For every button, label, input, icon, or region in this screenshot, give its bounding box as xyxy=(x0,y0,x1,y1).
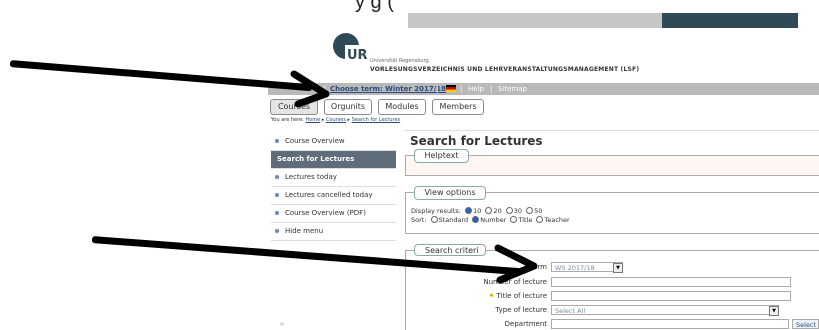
title-label-text: Title of lecture xyxy=(496,292,547,300)
sidebar-item-lectures-cancelled[interactable]: Lectures cancelled today xyxy=(271,187,396,205)
page-title: Search for Lectures xyxy=(410,134,543,148)
help-link[interactable]: Help xyxy=(468,85,484,93)
sidebar-item-label: Search for Lectures xyxy=(277,155,355,163)
select-button[interactable]: Select xyxy=(792,319,819,329)
radio-label: 50 xyxy=(534,207,543,215)
bullet-icon xyxy=(275,193,279,197)
sidebar-item-course-overview[interactable]: Course Overview xyxy=(271,133,396,151)
separator: | xyxy=(436,85,439,93)
top-navigation-bar: n | Choose term: Winter 2017/18 | | Help… xyxy=(268,83,819,95)
university-logo: UR xyxy=(333,33,376,60)
radio-sort-standard[interactable] xyxy=(430,216,438,223)
choose-term-link[interactable]: Choose term: Winter 2017/18 xyxy=(330,85,446,93)
sitemap-link[interactable]: Sitemap xyxy=(498,85,527,93)
sidebar-item-hide-menu[interactable]: Hide menu xyxy=(271,223,396,241)
breadcrumb-prefix: You are here: xyxy=(271,117,304,123)
department-label: Department xyxy=(504,320,547,328)
chevron-down-icon[interactable]: ▼ xyxy=(769,306,779,316)
header-banner-light xyxy=(408,13,662,28)
cropped-top-text: y g ( xyxy=(355,0,394,13)
sidebar-item-course-overview-pdf[interactable]: Course Overview (PDF) xyxy=(271,205,396,223)
view-options-toggle[interactable]: View options xyxy=(414,186,486,200)
system-name: VORLESUNGSVERZEICHNIS UND LEHRVERANSTALT… xyxy=(370,66,640,73)
bullet-icon xyxy=(275,139,279,143)
sidebar-item-search-lectures[interactable]: Search for Lectures xyxy=(271,151,396,169)
display-results-label: Display results: xyxy=(411,207,461,215)
sidebar-item-label: Course Overview (PDF) xyxy=(285,209,366,217)
tab-orgunits[interactable]: Orgunits xyxy=(324,99,372,115)
title-label: ⚑ Title of lecture xyxy=(467,292,547,300)
radio-label: Title xyxy=(518,216,533,224)
radio-20[interactable] xyxy=(485,207,493,214)
search-criteria-toggle[interactable]: Search criteri xyxy=(414,244,486,256)
breadcrumb-courses[interactable]: Courses xyxy=(326,117,346,123)
university-name: Universität Regensburg xyxy=(370,58,429,64)
radio-label: Teacher xyxy=(544,216,570,224)
type-label: Type of lecture xyxy=(495,306,547,314)
helptext-toggle[interactable]: Helptext xyxy=(414,149,469,163)
bullet-icon xyxy=(275,175,279,179)
display-results-row: Display results: 10 20 30 50 xyxy=(411,207,542,215)
tab-members[interactable]: Members xyxy=(432,99,484,115)
radio-label: Number xyxy=(480,216,507,224)
radio-30[interactable] xyxy=(505,207,513,214)
radio-label: Standard xyxy=(438,216,469,224)
type-select[interactable]: Select All xyxy=(551,305,779,315)
content-divider xyxy=(405,130,819,131)
tab-modules[interactable]: Modules xyxy=(378,99,426,115)
sidebar-item-label: Lectures today xyxy=(285,173,337,181)
radio-label: 10 xyxy=(473,207,482,215)
sidebar-item-label: Hide menu xyxy=(285,227,324,235)
radio-label: 20 xyxy=(493,207,502,215)
department-input[interactable] xyxy=(551,319,789,329)
breadcrumb-search[interactable]: Search for Lectures xyxy=(352,117,401,123)
radio-label: 30 xyxy=(513,207,523,215)
radio-sort-teacher[interactable] xyxy=(536,216,544,223)
sort-label: Sort: xyxy=(411,216,427,224)
separator: | xyxy=(460,85,463,93)
breadcrumb-home[interactable]: Home xyxy=(305,117,320,123)
bullet-icon xyxy=(275,229,279,233)
radio-sort-number[interactable] xyxy=(472,216,480,223)
language-flag-icon[interactable] xyxy=(446,85,456,92)
sort-row: Sort: Standard Number Title Teacher xyxy=(411,216,570,224)
svg-text:UR: UR xyxy=(347,48,368,60)
annotation-arrow-shaft xyxy=(9,60,313,92)
annotation-arrow-head-icon xyxy=(494,244,538,284)
bullet-icon xyxy=(275,211,279,215)
separator: | xyxy=(490,85,493,93)
sidebar-item-label: Lectures cancelled today xyxy=(285,191,373,199)
radio-sort-title[interactable] xyxy=(510,216,518,223)
chevron-down-icon[interactable]: ▼ xyxy=(613,263,623,273)
radio-50[interactable] xyxy=(526,207,534,214)
title-input[interactable] xyxy=(551,291,791,301)
flag-icon: ⚑ xyxy=(488,293,495,300)
header-banner-dark xyxy=(662,13,798,28)
annotation-arrow-head-icon xyxy=(290,70,330,108)
bottom-dot xyxy=(280,322,284,326)
breadcrumb: You are here: Home ▸ Courses ▸ Search fo… xyxy=(271,117,401,123)
radio-10[interactable] xyxy=(465,207,473,214)
sidebar-item-label: Course Overview xyxy=(285,137,345,145)
number-input[interactable] xyxy=(551,277,791,287)
sidebar-item-lectures-today[interactable]: Lectures today xyxy=(271,169,396,187)
